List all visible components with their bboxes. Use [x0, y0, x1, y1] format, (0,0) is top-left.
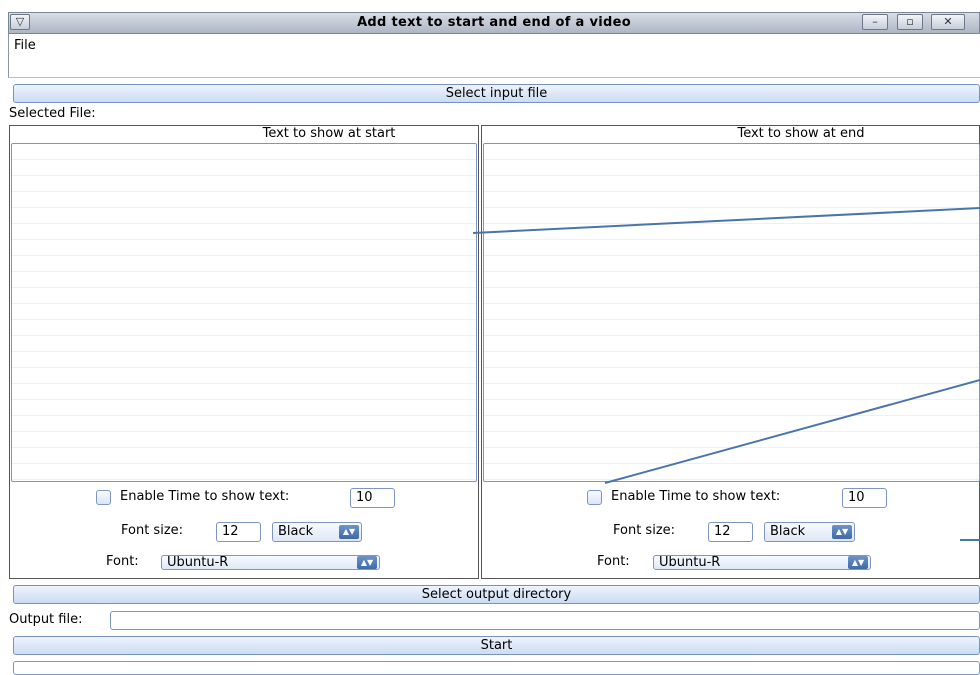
annotation-lines — [472, 207, 980, 541]
status-field — [13, 661, 980, 675]
annotation-line — [472, 207, 980, 234]
output-file-input[interactable] — [110, 611, 980, 630]
output-file-label: Output file: — [9, 612, 83, 627]
select-output-directory-button[interactable]: Select output directory — [13, 585, 980, 604]
start-button[interactable]: Start — [13, 636, 980, 655]
annotation-line — [604, 379, 980, 484]
